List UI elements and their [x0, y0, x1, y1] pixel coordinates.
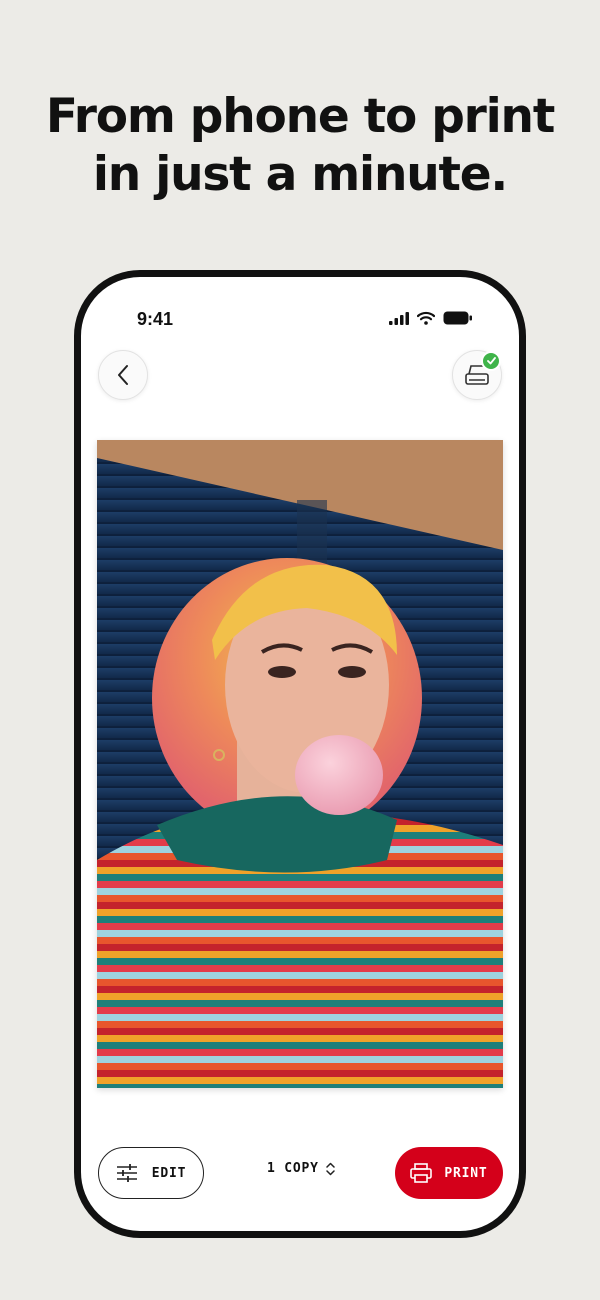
chevron-left-icon [118, 365, 128, 385]
marketing-headline: From phone to print in just a minute. [0, 88, 600, 204]
wifi-icon [417, 311, 435, 325]
back-button[interactable] [98, 350, 148, 400]
action-bar: EDIT 1 COPY PRINT [81, 1141, 519, 1201]
status-time: 9:41 [137, 309, 174, 329]
sliders-icon [116, 1164, 137, 1182]
edit-label: EDIT [151, 1165, 187, 1181]
photo-image [97, 440, 503, 1088]
connected-badge [481, 351, 501, 371]
headline-line-2: in just a minute. [92, 147, 508, 202]
battery-icon [443, 311, 472, 325]
edit-button[interactable]: EDIT [98, 1147, 204, 1199]
photo-preview[interactable] [97, 440, 503, 1088]
checkmark-icon [486, 357, 496, 365]
printer-icon [410, 1163, 433, 1183]
copies-label: 1 COPY [267, 1161, 319, 1176]
headline-line-1: From phone to print [45, 89, 555, 144]
phone-frame: 9:41 EDIT 1 COPY PRINT [74, 270, 526, 1238]
printer-status-button[interactable] [452, 350, 502, 400]
print-button[interactable]: PRINT [395, 1147, 503, 1199]
print-label: PRINT [444, 1165, 488, 1181]
status-icons [389, 311, 473, 325]
copies-selector[interactable]: 1 COPY [267, 1161, 335, 1176]
cellular-signal-icon [389, 311, 409, 325]
chevron-up-down-icon [326, 1162, 335, 1175]
